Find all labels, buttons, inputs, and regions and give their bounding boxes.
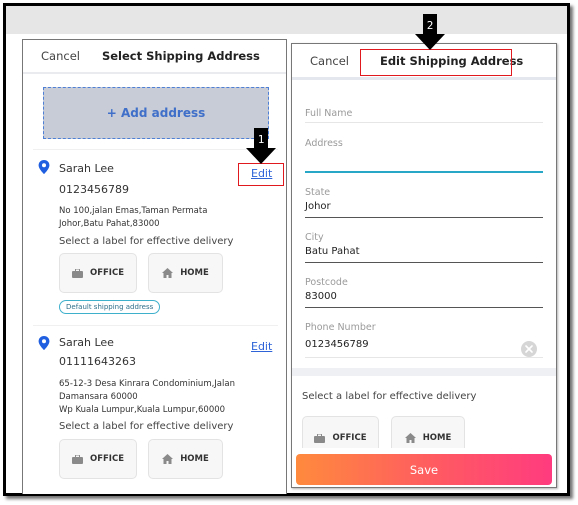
annotation-number: 1	[258, 133, 265, 146]
phone-number-label: Phone Number	[305, 322, 376, 333]
select-label-prompt: Select a label for effective delivery	[59, 421, 234, 432]
select-shipping-address-panel: Cancel Select Shipping Address + Add add…	[22, 39, 287, 494]
address-phone: 0123456789	[59, 183, 129, 196]
panel-header: Cancel Select Shipping Address	[23, 40, 286, 74]
default-address-badge: Default shipping address	[59, 300, 161, 314]
briefcase-icon	[71, 454, 83, 464]
address-field[interactable]: Address	[305, 138, 543, 173]
field-underline	[305, 307, 543, 308]
address-phone: 01111643263	[59, 355, 136, 368]
cancel-button[interactable]: Cancel	[41, 49, 80, 63]
briefcase-icon	[71, 268, 83, 278]
home-label-button[interactable]: HOME	[391, 416, 465, 448]
annotation-arrow-2: 2	[415, 14, 445, 50]
address-name: Sarah Lee	[59, 162, 114, 175]
address-text: 65-12-3 Desa Kinrara Condominium,Jalan D…	[59, 378, 269, 417]
field-underline	[305, 357, 543, 358]
address-line: No 100,jalan Emas,Taman Permata	[59, 206, 208, 216]
field-underline	[305, 217, 543, 218]
field-underline	[305, 171, 543, 173]
page-title: Select Shipping Address	[101, 49, 260, 63]
postcode-label: Postcode	[305, 277, 348, 288]
address-name: Sarah Lee	[59, 336, 114, 349]
field-underline	[305, 262, 543, 263]
address-line: 65-12-3 Desa Kinrara Condominium,Jalan	[59, 379, 235, 389]
select-label-prompt: Select a label for effective delivery	[59, 236, 234, 247]
briefcase-icon	[314, 433, 326, 443]
save-button[interactable]: Save	[296, 454, 552, 485]
address-line: Johor,Batu Pahat,83000	[59, 219, 160, 229]
location-pin-icon	[38, 160, 50, 174]
state-input[interactable]: Johor	[305, 201, 543, 215]
address-text: No 100,jalan Emas,Taman Permata Johor,Ba…	[59, 205, 269, 231]
label-options: OFFICE HOME	[302, 416, 552, 448]
cancel-button[interactable]: Cancel	[310, 54, 349, 68]
city-field[interactable]: City Batu Pahat	[305, 232, 543, 263]
edit-address-link[interactable]: Edit	[251, 340, 272, 353]
city-input[interactable]: Batu Pahat	[305, 246, 543, 260]
home-icon	[162, 268, 174, 278]
annotation-highlight-title	[360, 49, 512, 76]
add-address-button[interactable]: + Add address	[43, 87, 269, 139]
postcode-input[interactable]: 83000	[305, 291, 543, 305]
annotation-arrow-1: 1	[246, 128, 276, 164]
state-field[interactable]: State Johor	[305, 187, 543, 218]
section-divider	[292, 368, 556, 376]
home-label: HOME	[180, 268, 209, 278]
annotation-highlight-edit	[238, 163, 284, 186]
postcode-field[interactable]: Postcode 83000	[305, 277, 543, 308]
top-bar	[6, 6, 567, 34]
annotation-number: 2	[427, 19, 434, 32]
address-label: Address	[305, 138, 343, 149]
office-label: OFFICE	[332, 433, 367, 443]
phone-number-field[interactable]: Phone Number 0123456789	[305, 322, 543, 358]
address-line: Damansara 60000	[59, 392, 138, 402]
office-label-button[interactable]: OFFICE	[302, 416, 379, 448]
home-label-button[interactable]: HOME	[148, 253, 223, 293]
home-icon	[162, 454, 174, 464]
office-label-button[interactable]: OFFICE	[59, 253, 137, 293]
address-line: Wp Kuala Lumpur,Kuala Lumpur,60000	[59, 405, 226, 415]
office-label: OFFICE	[89, 454, 125, 464]
field-underline	[305, 122, 543, 123]
location-pin-icon	[38, 336, 50, 350]
full-name-label: Full Name	[305, 108, 353, 119]
address-card: Sarah Lee Edit 01111643263 65-12-3 Desa …	[33, 325, 278, 494]
office-label-button[interactable]: OFFICE	[59, 439, 137, 479]
city-label: City	[305, 232, 324, 243]
select-label-prompt: Select a label for effective delivery	[302, 391, 477, 402]
home-label: HOME	[180, 454, 209, 464]
edit-shipping-address-panel: Cancel Edit Shipping Address Full Name A…	[291, 43, 557, 488]
office-label: OFFICE	[89, 268, 125, 278]
clear-input-icon[interactable]	[521, 341, 537, 357]
home-label: HOME	[422, 433, 452, 443]
home-label-button[interactable]: HOME	[148, 439, 223, 479]
full-name-field[interactable]: Full Name	[305, 108, 543, 123]
home-icon	[404, 433, 416, 443]
address-input[interactable]	[305, 152, 543, 169]
state-label: State	[305, 187, 331, 198]
phone-number-input[interactable]: 0123456789	[305, 339, 543, 353]
